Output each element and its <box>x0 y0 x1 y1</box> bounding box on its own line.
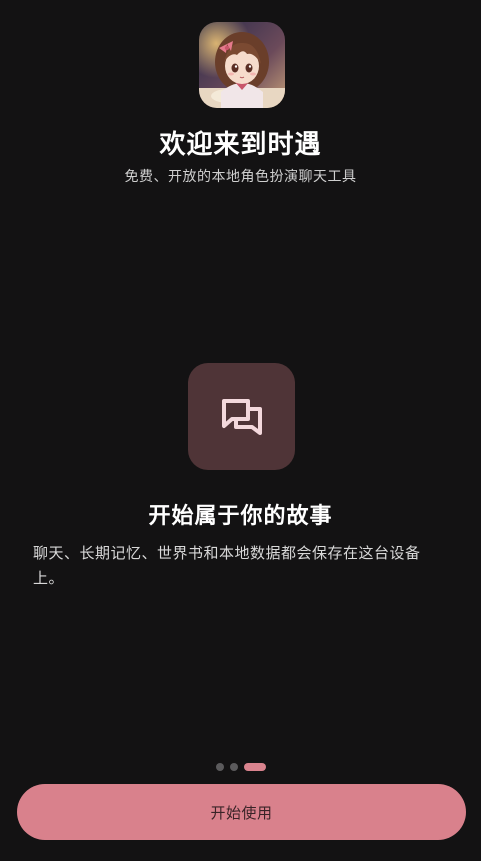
app-avatar-icon <box>199 22 285 108</box>
page-indicator <box>0 763 481 771</box>
feature-title: 开始属于你的故事 <box>148 504 333 529</box>
page-dot-1[interactable] <box>215 763 224 771</box>
feature-description: 聊天、长期记忆、世界书和本地数据都会保存在这台设备上。 <box>33 544 421 587</box>
welcome-title: 欢迎来到时遇 <box>159 130 322 160</box>
feature-icon-tile <box>188 363 295 470</box>
page-dot-2[interactable] <box>229 763 238 771</box>
start-button[interactable]: 开始使用 <box>17 784 466 840</box>
welcome-subtitle: 免费、开放的本地角色扮演聊天工具 <box>124 169 357 185</box>
chat-bubbles-icon <box>221 398 262 435</box>
page-dot-3-active[interactable] <box>243 763 266 771</box>
